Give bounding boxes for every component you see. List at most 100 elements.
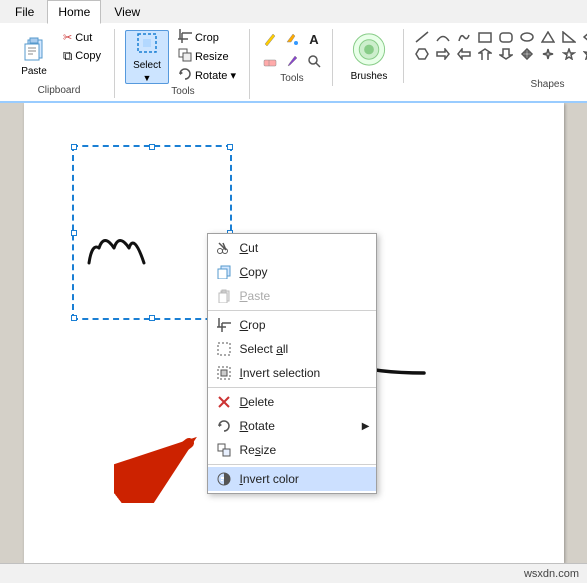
ctx-cut[interactable]: Cut [208, 236, 376, 260]
cut-ctx-icon [216, 240, 232, 256]
select-dropdown-icon: ▼ [143, 73, 152, 83]
ctx-delete[interactable]: Delete [208, 390, 376, 414]
paste-button[interactable]: Paste [12, 29, 56, 83]
shape-left-arrow[interactable] [454, 46, 474, 62]
select-all-ctx-icon [216, 341, 232, 357]
rotate-icon [178, 67, 192, 84]
shape-ellipse[interactable] [517, 29, 537, 45]
tools-group: A Tools [252, 29, 333, 86]
copy-button[interactable]: ⧉ Copy [58, 47, 106, 64]
ctx-rotate[interactable]: Rotate ▶ [208, 414, 376, 438]
paste-ctx-icon [216, 288, 232, 304]
ctx-select-all[interactable]: Select all [208, 337, 376, 361]
rotate-label: Rotate ▾ [195, 69, 236, 82]
shape-right-triangle[interactable] [559, 29, 579, 45]
rotate-ctx-icon [216, 418, 232, 434]
shape-rect[interactable] [475, 29, 495, 45]
copy-ctx-icon [216, 264, 232, 280]
canvas-area[interactable]: Cut Copy Paste [0, 103, 587, 563]
ctx-sep-3 [208, 464, 376, 465]
shape-star6[interactable] [580, 46, 587, 62]
shape-triangle[interactable] [538, 29, 558, 45]
ctx-resize[interactable]: Resize [208, 438, 376, 462]
ctx-invert-selection[interactable]: Invert selection [208, 361, 376, 385]
brushes-label: Brushes [351, 71, 388, 82]
ctx-cut-label: Cut [240, 241, 259, 255]
shape-rounded-rect[interactable] [496, 29, 516, 45]
clipboard-label: Clipboard [38, 83, 81, 98]
shape-down-arrow[interactable] [496, 46, 516, 62]
paste-icon [20, 36, 48, 64]
picker-tool[interactable] [282, 51, 302, 71]
tab-home[interactable]: Home [47, 0, 101, 24]
pencil-tool[interactable] [260, 29, 280, 49]
canvas[interactable]: Cut Copy Paste [24, 103, 564, 563]
shapes-grid [412, 29, 587, 62]
shape-up-arrow[interactable] [475, 46, 495, 62]
ctx-paste: Paste [208, 284, 376, 308]
ctx-sep-2 [208, 387, 376, 388]
clipboard-group: Paste ✂ Cut ⧉ Copy Clipboard [4, 29, 115, 98]
crop-ctx-icon [216, 317, 232, 333]
ctx-invert-color-label: Invert color [240, 472, 299, 486]
eraser-tool[interactable] [260, 51, 280, 71]
crop-button[interactable]: Crop [173, 29, 241, 46]
image-group: Select ▼ Crop Resize [117, 29, 250, 99]
magnifier-icon [307, 54, 321, 68]
invert-sel-ctx-icon [216, 365, 232, 381]
handle-mid-left[interactable] [71, 230, 77, 236]
fill-icon [285, 32, 299, 46]
shape-star5[interactable] [559, 46, 579, 62]
tools-label: Tools [280, 71, 303, 86]
eraser-icon [263, 54, 277, 68]
select-button[interactable]: Select ▼ [125, 30, 169, 84]
tab-file[interactable]: File [4, 0, 45, 23]
invert-color-ctx-icon [216, 471, 232, 487]
shape-4arrow[interactable] [517, 46, 537, 62]
resize-icon [178, 48, 192, 65]
pencil-icon [263, 32, 277, 46]
brushes-button[interactable]: Brushes [343, 29, 395, 83]
shape-star4[interactable] [538, 46, 558, 62]
ctx-copy[interactable]: Copy [208, 260, 376, 284]
rotate-button[interactable]: Rotate ▾ [173, 67, 241, 84]
shape-hex[interactable] [412, 46, 432, 62]
resize-ctx-icon [216, 442, 232, 458]
shape-diamond[interactable] [580, 29, 587, 45]
select-icon [135, 31, 159, 58]
shape-line[interactable] [412, 29, 432, 45]
copy-label: Copy [75, 50, 101, 62]
handle-top-right[interactable] [227, 144, 233, 150]
brushes-group: Brushes [335, 29, 404, 83]
handle-bottom-mid[interactable] [149, 315, 155, 321]
text-tool[interactable]: A [304, 29, 324, 49]
handle-bottom-left[interactable] [71, 315, 77, 321]
handle-top-left[interactable] [71, 144, 77, 150]
shape-curve[interactable] [433, 29, 453, 45]
magnifier-tool[interactable] [304, 51, 324, 71]
cut-button[interactable]: ✂ Cut [58, 29, 106, 46]
ctx-rotate-label: Rotate [240, 419, 275, 433]
status-bar: wsxdn.com [0, 563, 587, 583]
delete-ctx-icon [216, 394, 232, 410]
ctx-crop-label: Crop [240, 318, 266, 332]
ctx-invert-color[interactable]: Invert color [208, 467, 376, 491]
fill-tool[interactable] [282, 29, 302, 49]
shape-right-arrow[interactable] [433, 46, 453, 62]
context-menu: Cut Copy Paste [207, 233, 377, 494]
tab-view[interactable]: View [103, 0, 151, 23]
cut-label: Cut [75, 32, 92, 44]
ctx-crop[interactable]: Crop [208, 313, 376, 337]
resize-button[interactable]: Resize [173, 48, 241, 65]
shape-freeform[interactable] [454, 29, 474, 45]
ctx-rotate-arrow: ▶ [362, 421, 370, 432]
ctx-resize-label: Resize [240, 443, 277, 457]
text-icon: A [309, 32, 318, 47]
ctx-sep-1 [208, 310, 376, 311]
handle-top-mid[interactable] [149, 144, 155, 150]
cut-icon: ✂ [63, 31, 72, 44]
status-watermark: wsxdn.com [524, 568, 579, 580]
image-label: Tools [171, 84, 194, 99]
ctx-invert-sel-label: Invert selection [240, 366, 321, 380]
shapes-group: Outline ▾ Fill ▾ Shapes [406, 29, 587, 92]
